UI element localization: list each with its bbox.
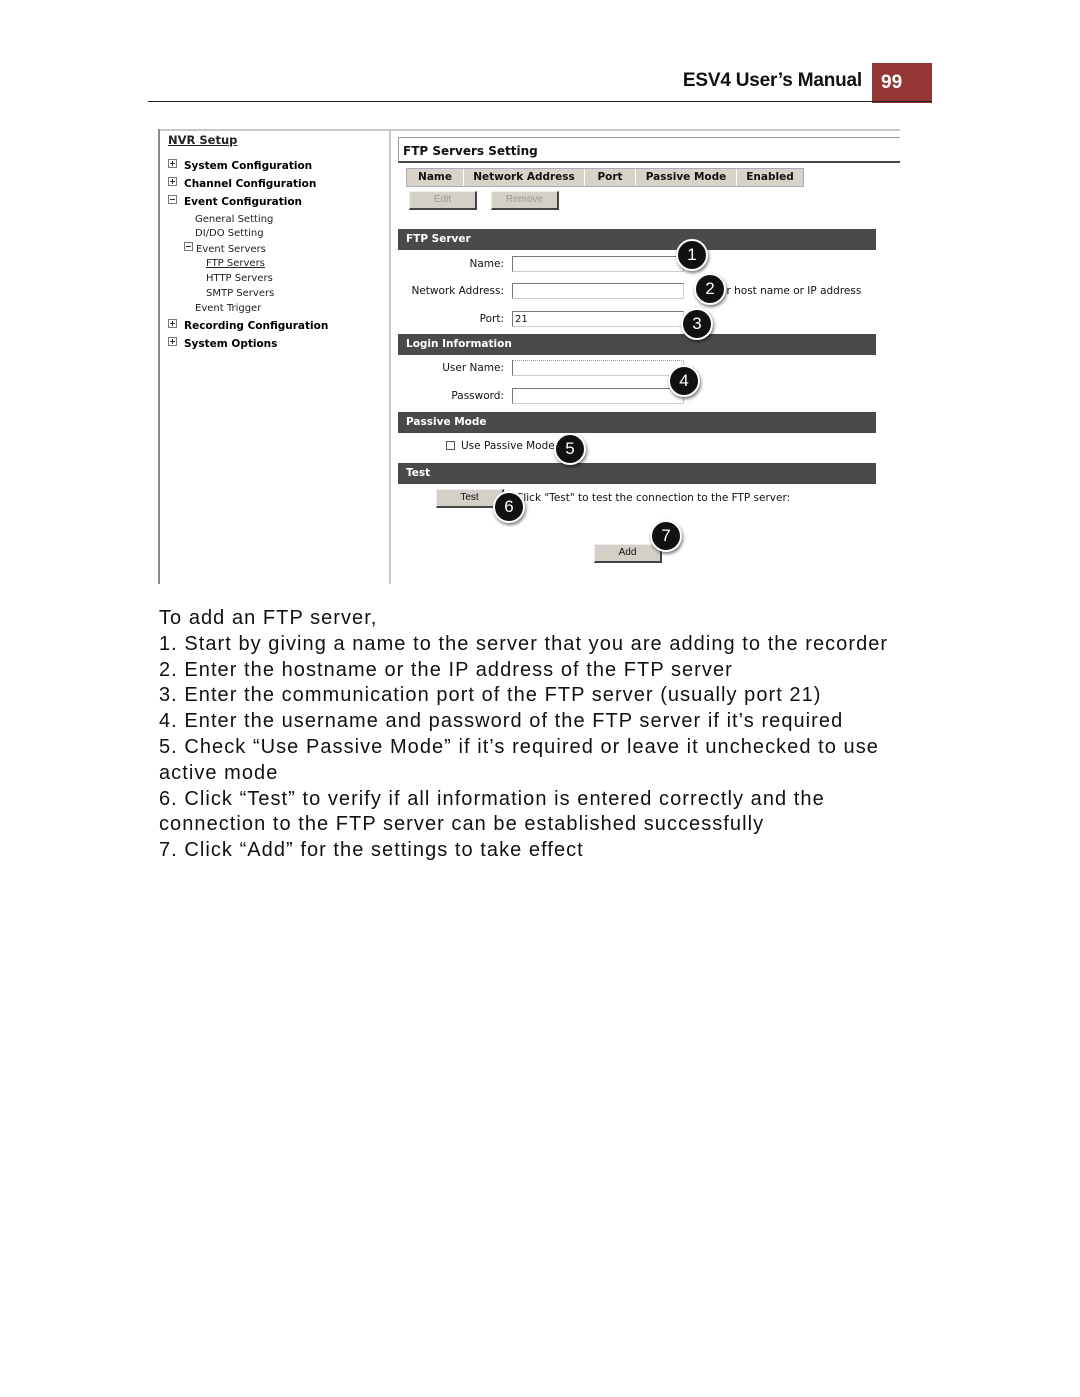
sidebar-item-http-servers[interactable]: HTTP Servers xyxy=(206,272,273,286)
network-address-hint: er host name or IP address xyxy=(720,285,862,297)
column-header-passive-mode[interactable]: Passive Mode xyxy=(636,169,737,186)
sidebar-item-event-configuration[interactable]: Event Configuration xyxy=(168,195,302,209)
sidebar-item-ftp-servers[interactable]: FTP Servers xyxy=(206,257,265,271)
sidebar-item-label: Event Servers xyxy=(196,244,266,255)
expand-plus-icon[interactable] xyxy=(168,159,177,168)
user-name-label: User Name: xyxy=(442,362,504,374)
sidebar-title: NVR Setup xyxy=(168,133,238,147)
frame-divider xyxy=(389,129,391,584)
column-header-port[interactable]: Port xyxy=(585,169,636,186)
sidebar-item-label: Recording Configuration xyxy=(184,320,329,332)
password-label: Password: xyxy=(451,390,504,402)
instruction-step-6: 6. Click “Test” to verify if all informa… xyxy=(159,787,825,836)
test-hint: Click "Test" to test the connection to t… xyxy=(516,492,791,504)
frame-top-border xyxy=(158,129,900,131)
instruction-step-1: 1. Start by giving a name to the server … xyxy=(159,632,889,655)
column-header-enabled[interactable]: Enabled xyxy=(737,169,803,186)
section-title: FTP Servers Setting xyxy=(403,144,538,158)
sidebar-item-event-servers[interactable]: Event Servers xyxy=(184,242,266,257)
sidebar-item-system-configuration[interactable]: System Configuration xyxy=(168,159,312,173)
instructions-intro: To add an FTP server, xyxy=(159,607,378,629)
column-header-network-address[interactable]: Network Address xyxy=(464,169,585,186)
callout-badge-1: 1 xyxy=(676,239,708,271)
port-input[interactable] xyxy=(512,311,684,327)
sidebar-item-recording-configuration[interactable]: Recording Configuration xyxy=(168,319,328,333)
section-title-box: FTP Servers Setting xyxy=(398,137,900,163)
sidebar-item-general-setting[interactable]: General Setting xyxy=(195,213,273,227)
page-number-badge: 99 xyxy=(872,63,932,103)
edit-button[interactable]: Edit xyxy=(409,191,477,210)
network-address-input[interactable] xyxy=(512,283,684,299)
column-header-name[interactable]: Name xyxy=(407,169,464,186)
password-input[interactable] xyxy=(512,388,684,404)
user-name-input[interactable] xyxy=(512,360,684,376)
name-label: Name: xyxy=(469,258,504,270)
instruction-step-3: 3. Enter the communication port of the F… xyxy=(159,684,822,707)
name-input[interactable] xyxy=(512,256,684,272)
nvr-setup-screenshot: NVR Setup System Configuration Channel C… xyxy=(158,129,900,584)
network-address-label: Network Address: xyxy=(411,285,504,297)
login-section-header: Login Information xyxy=(398,334,876,355)
sidebar-item-event-trigger[interactable]: Event Trigger xyxy=(195,302,261,316)
sidebar-item-label: Event Configuration xyxy=(184,196,303,208)
remove-button[interactable]: Remove xyxy=(491,191,559,210)
collapse-minus-icon[interactable] xyxy=(168,195,177,204)
callout-badge-4: 4 xyxy=(668,365,700,397)
header-divider xyxy=(148,101,932,102)
manual-title: ESV4 User’s Manual xyxy=(682,70,862,91)
instructions: To add an FTP server, 1. Start by giving… xyxy=(159,606,919,864)
test-section-header: Test xyxy=(398,463,876,484)
ftp-servers-table-header: Name Network Address Port Passive Mode E… xyxy=(406,168,804,187)
ftp-server-section-header: FTP Server xyxy=(398,229,876,250)
passive-mode-section-header: Passive Mode xyxy=(398,412,876,433)
port-label: Port: xyxy=(479,313,504,325)
use-passive-mode-checkbox[interactable] xyxy=(446,441,455,450)
expand-plus-icon[interactable] xyxy=(168,177,177,186)
expand-plus-icon[interactable] xyxy=(168,319,177,328)
sidebar-item-label: System Configuration xyxy=(184,160,313,172)
sidebar-item-label: System Options xyxy=(184,338,278,350)
sidebar-item-smtp-servers[interactable]: SMTP Servers xyxy=(206,287,274,301)
sidebar-item-channel-configuration[interactable]: Channel Configuration xyxy=(168,177,316,191)
sidebar-item-dido-setting[interactable]: DI/DO Setting xyxy=(195,227,264,241)
callout-badge-7: 7 xyxy=(650,520,682,552)
instruction-step-2: 2. Enter the hostname or the IP address … xyxy=(159,658,733,681)
sidebar-item-label: Channel Configuration xyxy=(184,178,317,190)
frame-left-border xyxy=(158,129,160,584)
callout-badge-6: 6 xyxy=(493,491,525,523)
add-button[interactable]: Add xyxy=(594,544,662,563)
instruction-step-4: 4. Enter the username and password of th… xyxy=(159,710,844,733)
instruction-step-7: 7. Click “Add” for the settings to take … xyxy=(159,839,584,862)
collapse-minus-icon[interactable] xyxy=(184,242,193,251)
callout-badge-3: 3 xyxy=(681,308,713,340)
instruction-step-5: 5. Check “Use Passive Mode” if it’s requ… xyxy=(159,735,879,784)
use-passive-mode-label: Use Passive Mode xyxy=(461,440,555,452)
callout-badge-2: 2 xyxy=(694,273,726,305)
expand-plus-icon[interactable] xyxy=(168,337,177,346)
callout-badge-5: 5 xyxy=(554,433,586,465)
sidebar-item-system-options[interactable]: System Options xyxy=(168,337,277,351)
